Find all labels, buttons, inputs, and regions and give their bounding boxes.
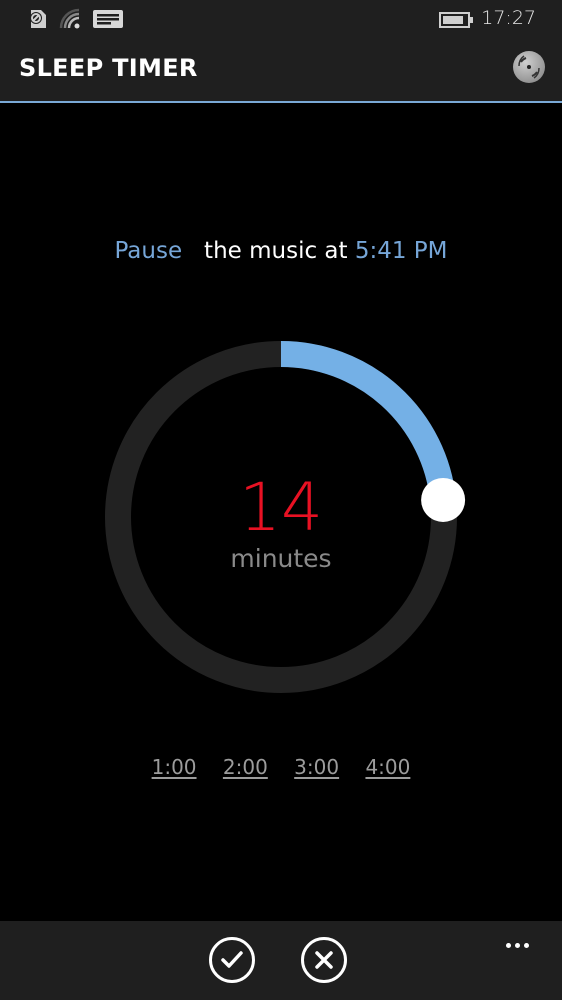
minutes-label: minutes bbox=[230, 544, 332, 573]
timer-summary: Pause the music at 5:41 PM bbox=[0, 238, 562, 264]
confirm-button[interactable] bbox=[209, 937, 255, 983]
close-icon bbox=[315, 951, 333, 969]
preset-4h[interactable]: 4:00 bbox=[365, 755, 410, 779]
summary-text: the music at bbox=[204, 238, 348, 264]
battery-icon bbox=[439, 12, 473, 28]
sim-card-icon bbox=[30, 10, 46, 28]
check-icon bbox=[221, 951, 243, 968]
wifi-icon bbox=[59, 8, 80, 29]
disc-button[interactable] bbox=[512, 50, 546, 84]
cancel-button[interactable] bbox=[301, 937, 347, 983]
message-icon bbox=[93, 10, 123, 28]
ellipsis-icon bbox=[506, 943, 511, 948]
header: SLEEP TIMER bbox=[0, 40, 562, 103]
action-selector[interactable]: Pause bbox=[114, 238, 182, 264]
minutes-value: 14 bbox=[239, 469, 323, 546]
page-title: SLEEP TIMER bbox=[19, 54, 198, 82]
preset-links: 1:00 2:00 3:00 4:00 bbox=[0, 755, 562, 779]
app-bar bbox=[0, 921, 562, 1000]
clock-time: 17:27 bbox=[481, 7, 536, 29]
status-bar: 17:27 bbox=[0, 0, 562, 40]
more-options-button[interactable] bbox=[506, 933, 538, 948]
preset-1h[interactable]: 1:00 bbox=[152, 755, 197, 779]
ellipsis-dot bbox=[524, 943, 529, 948]
preset-2h[interactable]: 2:00 bbox=[223, 755, 268, 779]
end-time[interactable]: 5:41 PM bbox=[355, 238, 448, 264]
ellipsis-dot bbox=[515, 943, 520, 948]
disc-icon bbox=[513, 51, 545, 83]
preset-3h[interactable]: 3:00 bbox=[294, 755, 339, 779]
